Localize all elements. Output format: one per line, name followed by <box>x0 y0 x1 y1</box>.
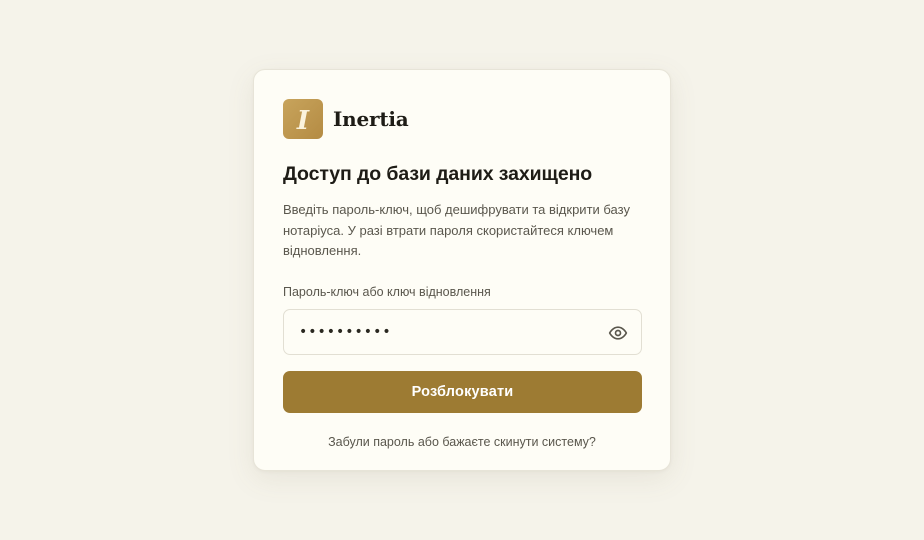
forgot-password-link[interactable]: Забули пароль або бажаєте скинути систем… <box>283 434 641 450</box>
toggle-password-visibility-button[interactable] <box>607 322 629 344</box>
password-field-label: Пароль-ключ або ключ відновлення <box>283 284 491 299</box>
eye-icon <box>608 325 628 340</box>
svg-text:I: I <box>296 106 310 136</box>
page-title: Доступ до бази даних захищено <box>283 163 593 185</box>
unlock-card: I Inertia Доступ до бази даних захищено … <box>253 69 671 471</box>
description-text: Введіть пароль-ключ, щоб дешифрувати та … <box>283 202 630 258</box>
app-logo: I <box>283 99 323 139</box>
password-input[interactable] <box>284 309 641 354</box>
app-name: Inertia <box>333 107 409 131</box>
unlock-button[interactable]: Розблокувати <box>283 370 642 413</box>
brand-header: I Inertia <box>283 99 641 139</box>
logo-letter-icon: I <box>296 106 310 136</box>
password-field <box>283 308 642 355</box>
